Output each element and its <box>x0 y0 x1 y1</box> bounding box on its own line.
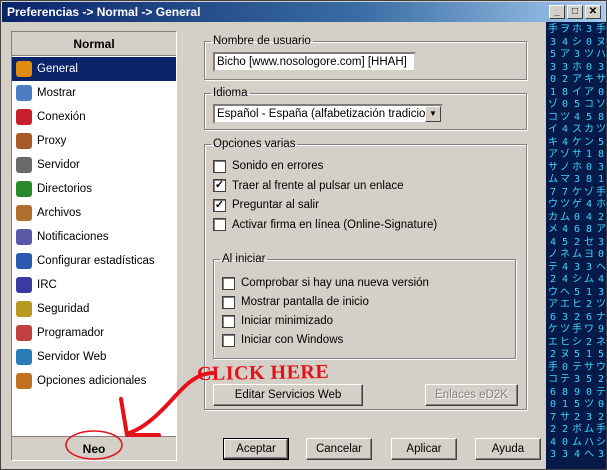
annotation-overlay <box>65 371 215 460</box>
neo-circle <box>65 430 123 460</box>
click-here-annotation: CLICK HERE <box>196 360 330 386</box>
preferences-window: Preferencias -> Normal -> General _ □ ✕ … <box>0 0 607 470</box>
